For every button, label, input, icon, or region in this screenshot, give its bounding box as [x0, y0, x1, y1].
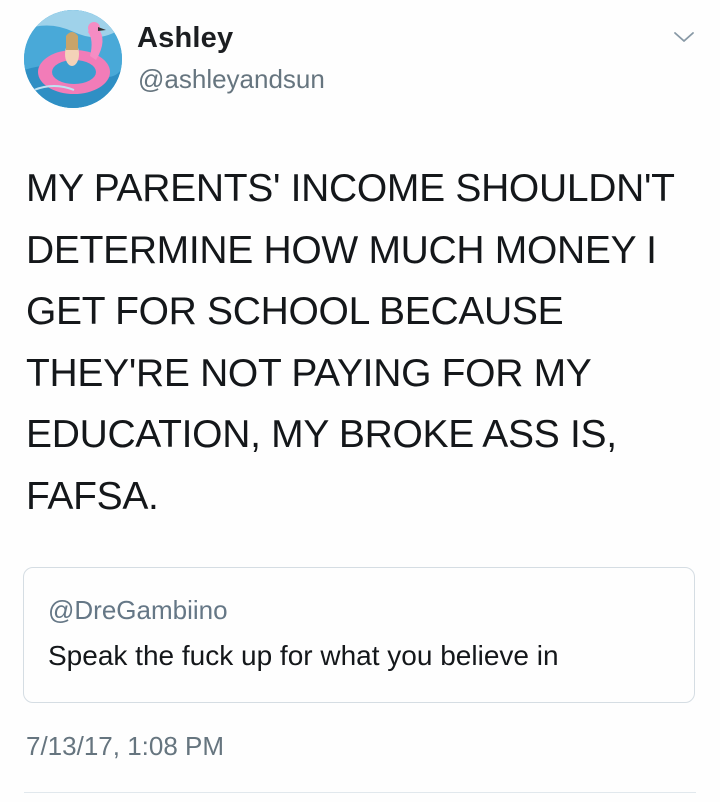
tweet-text-line: DETERMINE HOW MUCH MONEY I: [26, 228, 657, 272]
divider: [24, 792, 696, 793]
quoted-tweet-text: Speak the fuck up for what you believe i…: [48, 640, 559, 671]
chevron-down-icon[interactable]: [672, 28, 696, 46]
quoted-tweet-handle[interactable]: @DreGambiino: [48, 595, 228, 626]
tweet-timestamp[interactable]: 7/13/17, 1:08 PM: [26, 731, 224, 762]
tweet-card: Ashley @ashleyandsun MY PARENTS' INCOME …: [0, 0, 720, 802]
tweet-text: MY PARENTS' INCOME SHOULDN'T DETERMINE H…: [26, 158, 686, 527]
tweet-text-line: MY PARENTS' INCOME SHOULDN'T: [26, 167, 675, 210]
avatar-image: [24, 10, 122, 108]
tweet-text-line: FAFSA.: [26, 474, 159, 518]
tweet-text-line: THEY'RE NOT PAYING FOR MY: [26, 351, 592, 395]
quoted-tweet[interactable]: @DreGambiino Speak the fuck up for what …: [23, 567, 695, 703]
tweet-text-line: EDUCATION, MY BROKE ASS IS,: [26, 413, 617, 456]
author-handle[interactable]: @ashleyandsun: [138, 64, 325, 95]
tweet-text-line: GET FOR SCHOOL BECAUSE: [26, 290, 564, 333]
avatar[interactable]: [24, 10, 122, 108]
author-display-name[interactable]: Ashley: [137, 22, 233, 55]
